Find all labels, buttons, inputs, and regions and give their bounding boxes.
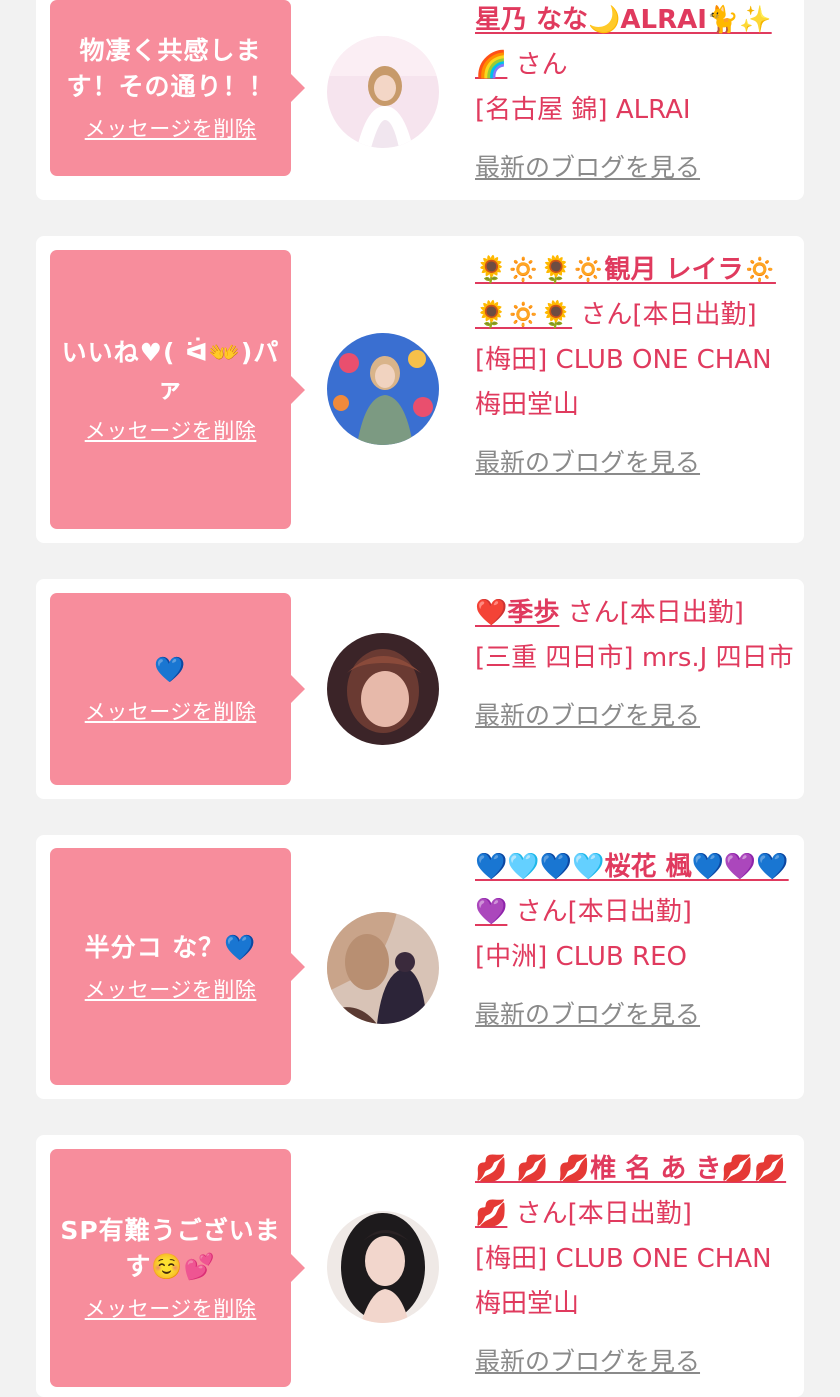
delete-message-link[interactable]: メッセージを削除 <box>85 415 257 445</box>
attendance-status: [本日出勤] <box>567 1199 692 1229</box>
cast-name-link[interactable]: ❤️季歩 <box>475 598 559 628</box>
message-card: 半分コ な？💙 メッセージを削除 💙🩵💙🩵桜花 楓💙💜💙💜 さん[本日出勤] [… <box>36 835 804 1099</box>
avatar[interactable] <box>327 333 439 445</box>
message-bubble: 半分コ な？💙 メッセージを削除 <box>50 848 305 1085</box>
honorific: さん <box>515 897 568 927</box>
latest-blog-link[interactable]: 最新のブログを見る <box>475 693 700 738</box>
cast-info: 💋 💋 💋椎 名 あ き💋💋 💋 さん[本日出勤] [梅田] CLUB ONE … <box>475 1147 795 1385</box>
shop-name: [梅田] CLUB ONE CHAN 梅田堂山 <box>475 1244 772 1319</box>
message-bubble: 💙 メッセージを削除 <box>50 593 305 785</box>
cast-info: 星乃 なな🌙ALRAI🐈✨🌈 さん [名古屋 錦] ALRAI 最新のブログを見… <box>475 0 795 191</box>
shop-name: [三重 四日市] mrs.J 四日市 <box>475 643 794 673</box>
cast-info: 💙🩵💙🩵桜花 楓💙💜💙💜 さん[本日出勤] [中洲] CLUB REO 最新のブ… <box>475 845 795 1038</box>
message-card: 💙 メッセージを削除 ❤️季歩 さん[本日出勤] [三重 四日市] mrs.J … <box>36 579 804 799</box>
cast-info: 🌻🔅🌻🔅観月 レイラ🔅🌻🔅🌻 さん[本日出勤] [梅田] CLUB ONE CH… <box>475 248 795 486</box>
honorific: さん <box>515 1199 568 1229</box>
latest-blog-link[interactable]: 最新のブログを見る <box>475 440 700 485</box>
message-bubble: SP有難うございます☺️💕 メッセージを削除 <box>50 1149 305 1387</box>
delete-message-link[interactable]: メッセージを削除 <box>85 974 257 1004</box>
honorific: さん <box>567 598 620 628</box>
delete-message-link[interactable]: メッセージを削除 <box>85 1293 257 1323</box>
avatar[interactable] <box>327 633 439 745</box>
shop-name: [梅田] CLUB ONE CHAN 梅田堂山 <box>475 345 772 420</box>
shop-name: [中洲] CLUB REO <box>475 942 687 972</box>
message-card: 物凄く共感します！その通り！！ メッセージを削除 星乃 なな🌙ALRAI🐈✨🌈 … <box>36 0 804 200</box>
message-card: いいね♥( ᐛ👐)パァ メッセージを削除 🌻🔅🌻🔅観月 レイラ🔅🌻🔅🌻 さん[本… <box>36 236 804 543</box>
honorific: さん <box>580 300 633 330</box>
attendance-status: [本日出勤] <box>619 598 744 628</box>
message-text: 💙 <box>154 655 187 684</box>
honorific: さん <box>515 50 568 80</box>
attendance-status: [本日出勤] <box>567 897 692 927</box>
delete-message-link[interactable]: メッセージを削除 <box>85 113 257 143</box>
avatar[interactable] <box>327 36 439 148</box>
message-text: SP有難うございます☺️💕 <box>60 1216 281 1281</box>
latest-blog-link[interactable]: 最新のブログを見る <box>475 145 700 190</box>
message-card: SP有難うございます☺️💕 メッセージを削除 💋 💋 💋椎 名 あ き💋💋 💋 … <box>36 1135 804 1397</box>
message-bubble: 物凄く共感します！その通り！！ メッセージを削除 <box>50 0 305 176</box>
cast-info: ❤️季歩 さん[本日出勤] [三重 四日市] mrs.J 四日市 最新のブログを… <box>475 591 795 739</box>
avatar[interactable] <box>327 912 439 1024</box>
avatar[interactable] <box>327 1211 439 1323</box>
latest-blog-link[interactable]: 最新のブログを見る <box>475 1339 700 1384</box>
shop-name: [名古屋 錦] ALRAI <box>475 95 691 125</box>
delete-message-link[interactable]: メッセージを削除 <box>85 696 257 726</box>
message-text: 半分コ な？💙 <box>84 932 257 962</box>
latest-blog-link[interactable]: 最新のブログを見る <box>475 992 700 1037</box>
attendance-status: [本日出勤] <box>632 300 757 330</box>
message-text: いいね♥( ᐛ👐)パァ <box>61 337 280 403</box>
message-text: 物凄く共感します！その通り！！ <box>66 36 275 101</box>
message-bubble: いいね♥( ᐛ👐)パァ メッセージを削除 <box>50 250 305 529</box>
